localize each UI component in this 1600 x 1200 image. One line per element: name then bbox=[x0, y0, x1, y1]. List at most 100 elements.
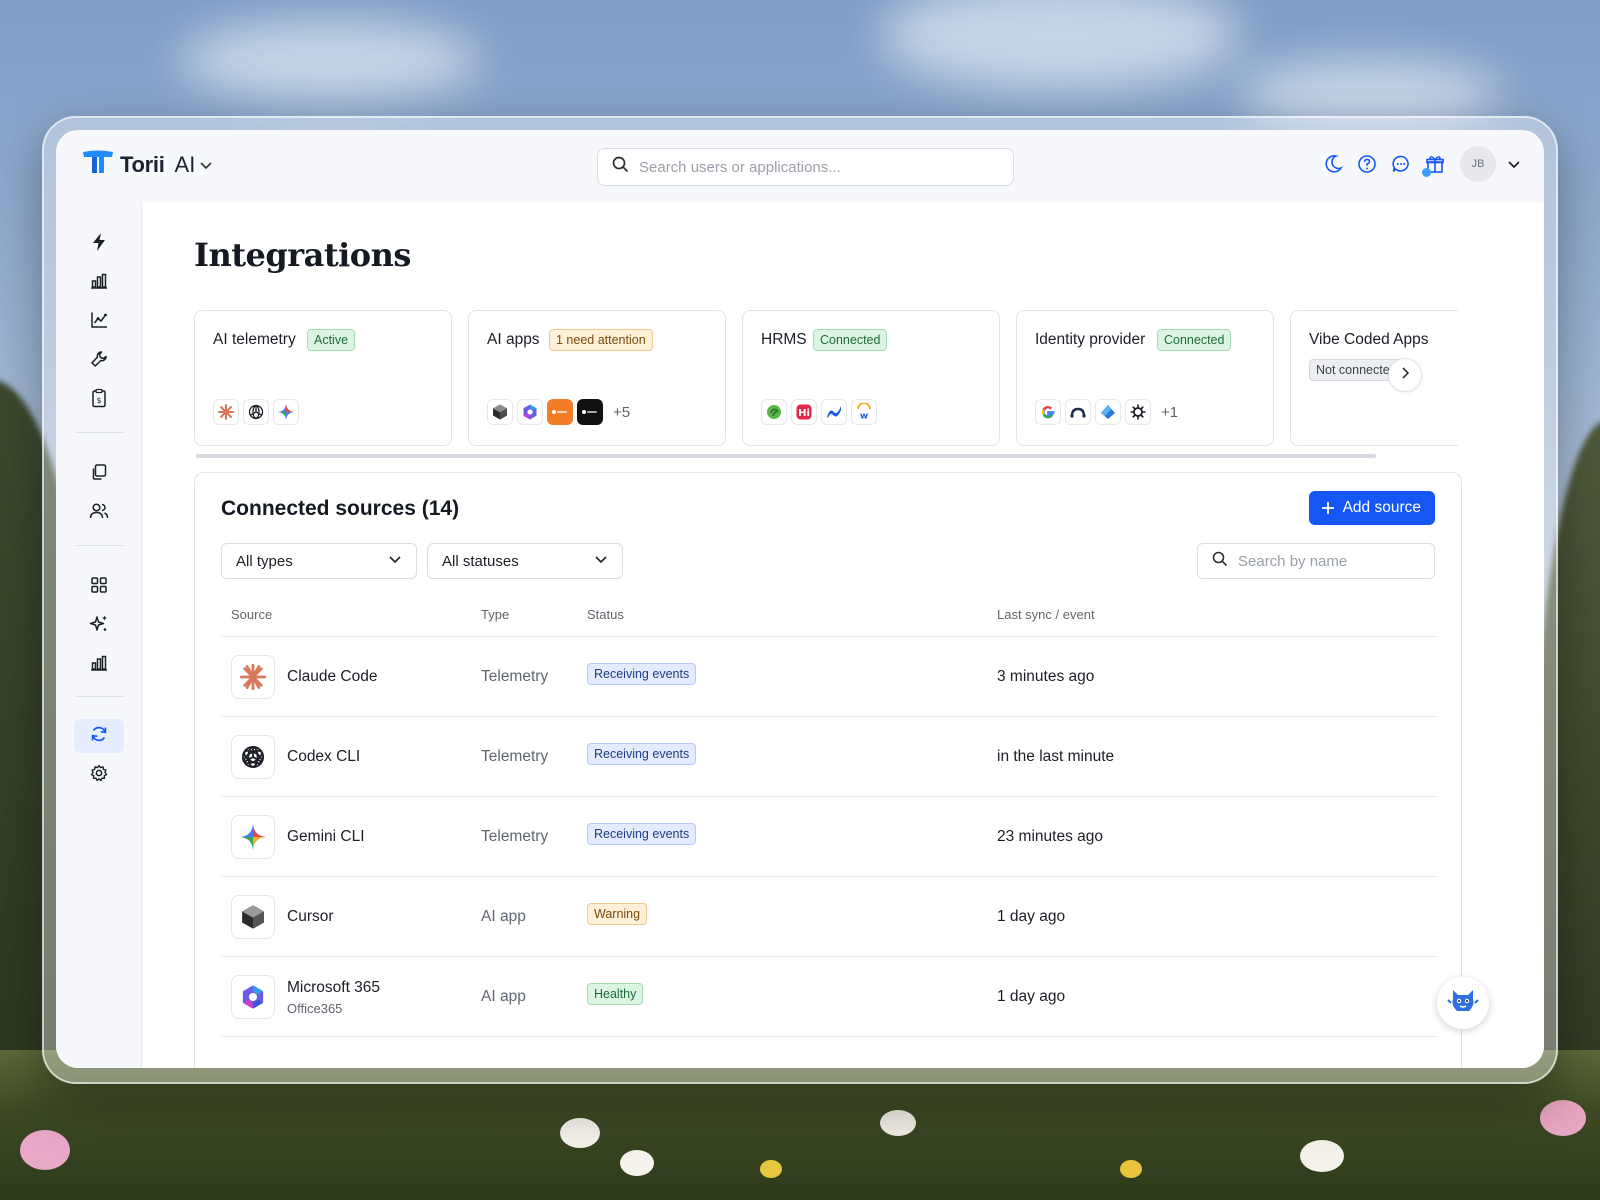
nav-copy[interactable] bbox=[74, 457, 124, 491]
chevron-right-icon bbox=[1398, 366, 1412, 385]
svg-text:$: $ bbox=[96, 396, 101, 405]
status-badge: Connected bbox=[1157, 329, 1232, 351]
assistant-bot-button[interactable] bbox=[1437, 977, 1489, 1029]
nav-report[interactable] bbox=[74, 648, 124, 682]
source-type: Telemetry bbox=[481, 668, 549, 685]
notification-dot bbox=[1422, 168, 1431, 177]
global-search[interactable] bbox=[597, 148, 1014, 186]
hi-bob-icon: Hi bbox=[791, 399, 817, 425]
flower bbox=[1120, 1160, 1142, 1178]
nav-sparkle[interactable] bbox=[74, 609, 124, 643]
card-title: AI telemetry bbox=[213, 331, 296, 348]
nav-divider bbox=[76, 696, 124, 697]
type-filter-dropdown[interactable]: All types bbox=[221, 543, 417, 579]
source-name: Cursor bbox=[287, 908, 334, 925]
add-source-button[interactable]: Add source bbox=[1308, 491, 1435, 525]
card-vibe-coded-apps[interactable]: Vibe Coded Apps Not connected bbox=[1290, 310, 1458, 446]
source-type: Telemetry bbox=[481, 748, 549, 765]
nav-grid[interactable] bbox=[74, 570, 124, 604]
card-ai-telemetry[interactable]: AI telemetry Active bbox=[194, 310, 452, 446]
column-header-last-sync[interactable]: Last sync / event bbox=[997, 607, 1095, 622]
cards-next-button[interactable] bbox=[1388, 358, 1422, 392]
chevron-down-icon[interactable] bbox=[1506, 156, 1522, 172]
table-row[interactable]: Cursor AI app Warning 1 day ago bbox=[221, 877, 1437, 957]
chat-icon[interactable] bbox=[1384, 147, 1418, 181]
cards-scrollbar[interactable] bbox=[196, 454, 1376, 458]
source-type: AI app bbox=[481, 988, 526, 1005]
nav-divider bbox=[76, 432, 124, 433]
copy-icon bbox=[90, 463, 108, 486]
card-title: Vibe Coded Apps bbox=[1309, 331, 1429, 348]
status-badge: Receiving events bbox=[587, 743, 697, 765]
nav-users[interactable] bbox=[74, 496, 124, 530]
cloud bbox=[180, 20, 480, 100]
table-row[interactable]: Gemini CLI Telemetry Receiving events 23… bbox=[221, 797, 1437, 877]
nav-bolt[interactable] bbox=[74, 227, 124, 261]
nav-bar-chart[interactable] bbox=[74, 266, 124, 300]
column-header-status[interactable]: Status bbox=[587, 607, 624, 622]
status-badge: Healthy bbox=[587, 983, 644, 1005]
main-content: Integrations AI telemetry Active AI apps… bbox=[142, 202, 1544, 1068]
source-name: Claude Code bbox=[287, 668, 378, 685]
last-sync: 23 minutes ago bbox=[997, 828, 1103, 845]
table-row[interactable]: Microsoft 365 Office365 AI app Healthy 1… bbox=[221, 957, 1437, 1037]
panel-title: Connected sources (14) bbox=[221, 497, 460, 520]
dark-mode-moon-icon[interactable] bbox=[1316, 147, 1350, 181]
name-search[interactable] bbox=[1197, 543, 1435, 579]
openai-icon bbox=[231, 735, 275, 779]
wrench-icon bbox=[90, 350, 108, 373]
card-ai-apps[interactable]: AI apps 1 need attention +5 bbox=[468, 310, 726, 446]
column-header-type[interactable]: Type bbox=[481, 607, 509, 622]
status-filter-value: All statuses bbox=[442, 552, 519, 570]
orange-app-icon bbox=[547, 399, 573, 425]
status-filter-dropdown[interactable]: All statuses bbox=[427, 543, 623, 579]
more-count: +1 bbox=[1161, 403, 1179, 421]
status-badge: Receiving events bbox=[587, 823, 697, 845]
status-badge: Warning bbox=[587, 903, 648, 925]
card-title: AI apps bbox=[487, 331, 540, 348]
product-name: AI bbox=[174, 151, 196, 177]
global-search-input[interactable] bbox=[639, 158, 979, 176]
status-badge: Connected bbox=[813, 329, 888, 351]
card-hrms[interactable]: HRMS Connected Hi w bbox=[742, 310, 1000, 446]
source-type: Telemetry bbox=[481, 828, 549, 845]
help-icon[interactable] bbox=[1350, 147, 1384, 181]
gift-icon[interactable] bbox=[1418, 147, 1452, 181]
sync-icon bbox=[90, 725, 108, 748]
users-icon bbox=[89, 502, 109, 525]
name-search-input[interactable] bbox=[1238, 552, 1418, 570]
brand-switcher[interactable]: Torii AI bbox=[82, 150, 213, 179]
card-title: HRMS bbox=[761, 331, 807, 348]
card-app-icons: +5 bbox=[487, 399, 630, 425]
nav-wrench[interactable] bbox=[74, 344, 124, 378]
avatar[interactable]: JB bbox=[1460, 146, 1496, 182]
nav-budget[interactable]: $ bbox=[74, 383, 124, 417]
status-badge: Receiving events bbox=[587, 663, 697, 685]
table-row[interactable]: Claude Code Telemetry Receiving events 3… bbox=[221, 637, 1437, 717]
add-source-label: Add source bbox=[1342, 499, 1421, 516]
nav-settings[interactable] bbox=[74, 758, 124, 792]
workday-icon: w bbox=[851, 399, 877, 425]
brand-name: Torii bbox=[120, 151, 165, 177]
last-sync: 1 day ago bbox=[997, 988, 1066, 1005]
card-title: Identity provider bbox=[1035, 331, 1146, 348]
bot-mascot-icon bbox=[1447, 985, 1479, 1022]
integration-cards: AI telemetry Active AI apps 1 need atten… bbox=[194, 310, 1458, 446]
m365-icon bbox=[517, 399, 543, 425]
nav-trend-chart[interactable] bbox=[74, 305, 124, 339]
blue-wave-icon bbox=[821, 399, 847, 425]
flower bbox=[760, 1160, 782, 1178]
table-row[interactable]: Codex CLI Telemetry Receiving events in … bbox=[221, 717, 1437, 797]
chevron-down-icon bbox=[388, 552, 402, 570]
card-identity-provider[interactable]: Identity provider Connected +1 bbox=[1016, 310, 1274, 446]
nav-integrations[interactable] bbox=[74, 719, 124, 753]
column-header-source[interactable]: Source bbox=[231, 607, 272, 622]
flower bbox=[1540, 1100, 1586, 1136]
chevron-down-icon bbox=[199, 158, 213, 172]
svg-text:w: w bbox=[860, 412, 868, 422]
more-count: +5 bbox=[613, 403, 631, 421]
bolt-icon bbox=[90, 232, 108, 257]
nav-divider bbox=[76, 545, 124, 546]
source-name: Microsoft 365 bbox=[287, 979, 381, 996]
card-app-icons: +1 bbox=[1035, 399, 1178, 425]
